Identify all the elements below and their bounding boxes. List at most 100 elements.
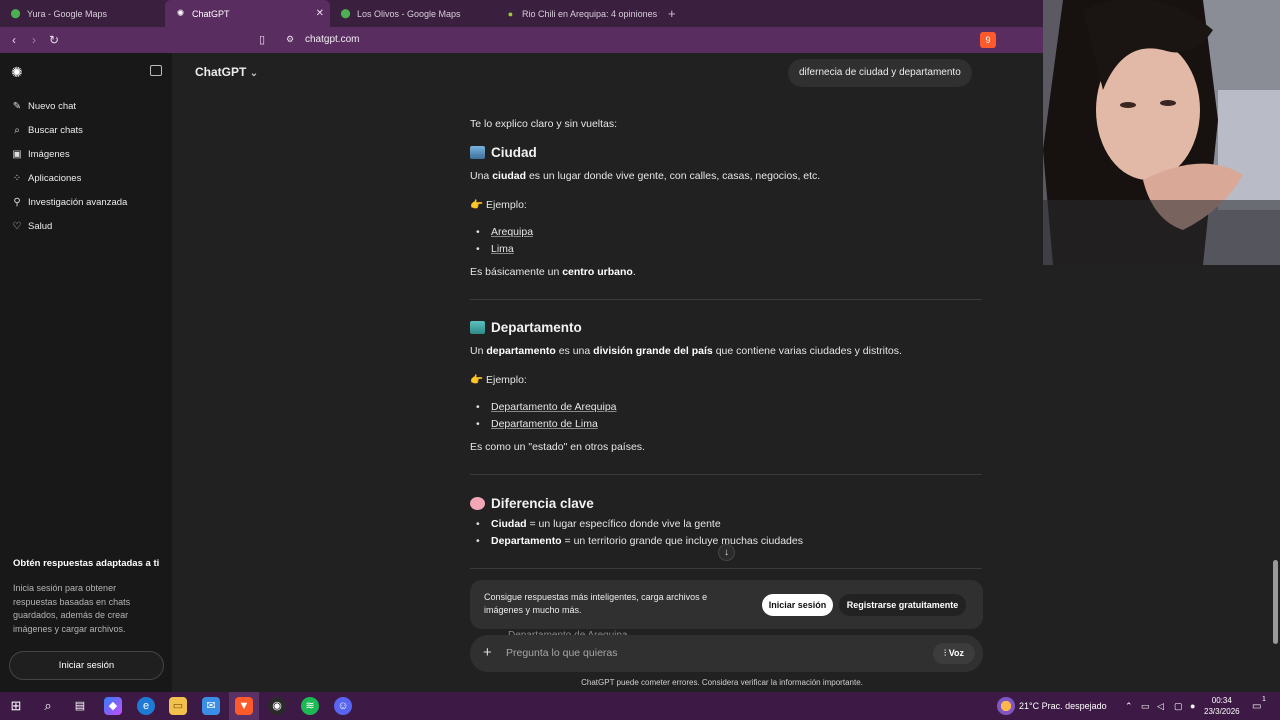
brave-browser-icon[interactable]: ▼: [235, 697, 253, 715]
promo-login-button[interactable]: Iniciar sesión: [762, 594, 833, 616]
clock[interactable]: 00:34 23/3/2026: [1204, 695, 1240, 717]
text: .: [632, 266, 636, 278]
obs-icon[interactable]: ◉: [268, 697, 286, 715]
webcam-person-image: [1043, 0, 1280, 265]
text: Es básicamente un: [470, 266, 563, 278]
promo-register-button[interactable]: Registrarse gratuitamente: [839, 594, 966, 616]
text: es un lugar donde vive gente, con calles…: [526, 170, 821, 182]
forward-icon[interactable]: ›: [24, 33, 44, 47]
tab-yura-maps[interactable]: ⬤ Yura - Google Maps: [0, 0, 165, 27]
chevron-down-icon: ⌄: [249, 68, 259, 79]
bold-text: ciudad: [492, 170, 527, 182]
edit-icon: ✎: [12, 100, 22, 112]
list-item-text: Departamento de Lima: [491, 418, 598, 430]
user-message: difernecia de ciudad y departamento: [788, 59, 972, 87]
weather-icon[interactable]: [997, 697, 1015, 715]
tab-title: ChatGPT: [192, 8, 230, 19]
model-label: ChatGPT: [195, 65, 247, 79]
text: = un territorio grande que incluye mucha…: [561, 535, 803, 547]
task-view-icon[interactable]: ▤: [71, 697, 89, 715]
bold-text: división grande del país: [593, 345, 713, 357]
sidebar-toggle-icon[interactable]: [150, 65, 162, 76]
diferencia-heading: Diferencia clave: [470, 496, 594, 511]
windows-start-icon[interactable]: ⊞: [7, 697, 25, 715]
text: Una: [470, 170, 493, 182]
prompt-input[interactable]: Pregunta lo que quieras: [506, 647, 618, 659]
text: es una: [555, 345, 594, 357]
sidebar-item-label: Salud: [28, 220, 53, 232]
heart-icon: ♡: [12, 220, 22, 232]
tab-rio-chili[interactable]: ● Rio Chili en Arequipa: 4 opiniones y 6: [495, 0, 660, 27]
tab-title: Yura - Google Maps: [27, 8, 108, 19]
brave-shields-icon[interactable]: 9: [980, 32, 996, 48]
disclaimer: ChatGPT puede cometer errores. Considera…: [581, 678, 863, 687]
tab-los-olivos-maps[interactable]: ⬤ Los Olivos - Google Maps: [330, 0, 495, 27]
bookmark-icon[interactable]: ▯: [259, 33, 265, 46]
clock-date: 23/3/2026: [1204, 707, 1240, 716]
openai-logo-icon[interactable]: ✺: [11, 64, 23, 81]
sidebar: ✺ ✎ Nuevo chat ⌕ Buscar chats ▣ Imágenes…: [0, 53, 172, 692]
departamento-example-label: 👉 Ejemplo:: [470, 373, 527, 386]
sidebar-item-label: Aplicaciones: [28, 172, 82, 184]
heading-text: Diferencia clave: [491, 496, 594, 511]
tab-title: Los Olivos - Google Maps: [357, 8, 461, 19]
sidebar-item-label: Buscar chats: [28, 124, 83, 136]
edge-icon[interactable]: e: [137, 697, 155, 715]
new-tab-button[interactable]: +: [668, 6, 676, 21]
image-icon: ▣: [12, 148, 22, 160]
search-icon[interactable]: ⌕: [39, 697, 57, 715]
voice-button[interactable]: ⫶ Voz: [933, 643, 975, 664]
reload-icon[interactable]: ↻: [44, 33, 64, 47]
text: que contiene varias ciudades y distritos…: [712, 345, 902, 357]
leaf-icon: ●: [507, 8, 514, 19]
bold-text: Departamento: [491, 535, 562, 547]
sidebar-item-images[interactable]: ▣ Imágenes: [11, 145, 69, 163]
microphone-icon[interactable]: ●: [1190, 701, 1195, 711]
network-icon[interactable]: ▢: [1174, 701, 1183, 712]
map-emoji-icon: [470, 321, 485, 334]
tab-title: Rio Chili en Arequipa: 4 opiniones y 6: [522, 8, 660, 19]
bold-text: Ciudad: [491, 518, 527, 530]
search-icon: ⌕: [14, 124, 20, 136]
notification-count: 1: [1262, 696, 1266, 703]
model-selector[interactable]: ChatGPT ⌄: [195, 65, 258, 79]
sidebar-login-button[interactable]: Iniciar sesión: [9, 651, 164, 680]
notifications-icon[interactable]: ▭: [1252, 701, 1261, 712]
bold-text: centro urbano: [562, 266, 633, 278]
site-info-icon[interactable]: ⚙: [286, 34, 294, 45]
list-item-text: Departamento = un territorio grande que …: [491, 535, 803, 547]
scroll-down-button[interactable]: ↓: [718, 544, 735, 561]
weather-text[interactable]: 21°C Prac. despejado: [1019, 701, 1107, 711]
text: Ejemplo:: [486, 199, 527, 211]
file-explorer-icon[interactable]: ▭: [169, 697, 187, 715]
back-icon[interactable]: ‹: [4, 33, 24, 47]
webcam-overlay: [1043, 0, 1280, 265]
url-field[interactable]: chatgpt.com: [305, 34, 359, 45]
map-pin-icon: ⬤: [340, 8, 351, 18]
list-item-text: Arequipa: [491, 226, 534, 238]
ciudad-definition: Una ciudad es un lugar donde vive gente,…: [470, 170, 820, 182]
departamento-definition: Un departamento es una división grande d…: [470, 345, 902, 357]
sidebar-item-research[interactable]: ⚲ Investigación avanzada: [11, 193, 127, 211]
volume-icon[interactable]: ◁: [1157, 701, 1164, 712]
sidebar-item-apps[interactable]: ⁘ Aplicaciones: [11, 169, 82, 187]
plus-icon[interactable]: +: [483, 644, 492, 661]
heading-text: Ciudad: [491, 145, 537, 160]
discord-icon[interactable]: ☺: [334, 697, 352, 715]
close-tab-icon[interactable]: ✕: [316, 8, 324, 19]
heading-text: Departamento: [491, 320, 582, 335]
tab-chatgpt[interactable]: ✺ ChatGPT ✕: [165, 0, 330, 27]
copilot-icon[interactable]: ◆: [104, 697, 122, 715]
show-hidden-icons-icon[interactable]: ⌃: [1125, 701, 1133, 712]
scrollbar-thumb[interactable]: [1273, 560, 1278, 644]
list-item: Departamento de Lima: [476, 418, 598, 430]
sidebar-item-new-chat[interactable]: ✎ Nuevo chat: [11, 97, 76, 115]
sidebar-item-search[interactable]: ⌕ Buscar chats: [11, 121, 83, 139]
battery-icon[interactable]: ▭: [1141, 701, 1150, 712]
apps-icon: ⁘: [12, 172, 22, 184]
sidebar-item-health[interactable]: ♡ Salud: [11, 217, 53, 235]
sidebar-promo-title: Obtén respuestas adaptadas a ti: [13, 558, 160, 569]
mail-icon[interactable]: ✉: [202, 697, 220, 715]
spotify-icon[interactable]: ≋: [301, 697, 319, 715]
waveform-icon: ⫶: [943, 648, 947, 658]
